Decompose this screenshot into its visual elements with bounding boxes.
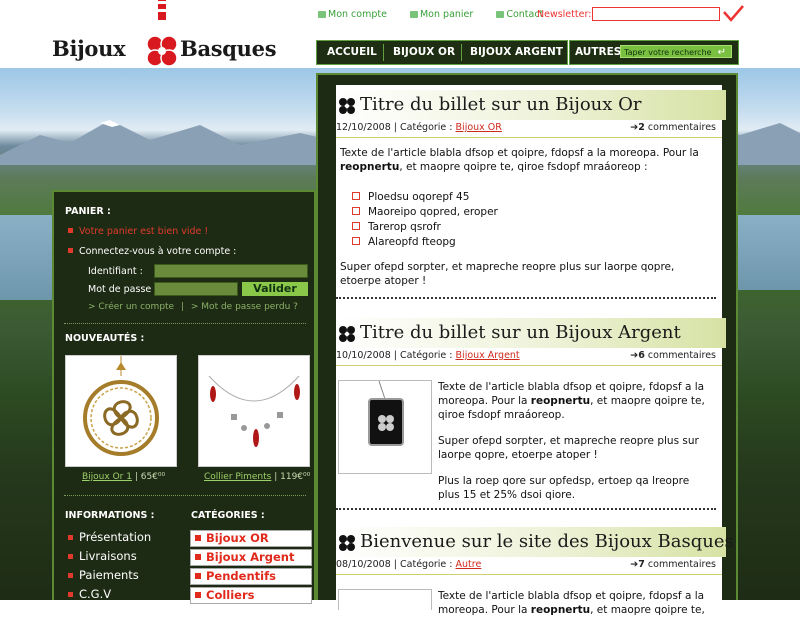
product-caption-2: Collier Piments | 119€⁰⁰ [204, 472, 311, 482]
autres-search-bar: AUTRES: Taper votre recherche ↵ [569, 40, 739, 65]
info-presentation[interactable]: Présentation [68, 530, 151, 544]
top-links: Mon compte Mon panier Contact [318, 9, 563, 20]
silver-pepper-necklace-icon [208, 375, 300, 447]
password-label: Mot de passe : [88, 284, 158, 295]
post-body: Texte de l'article blabla dfsop et qoipr… [340, 147, 699, 173]
list-item: Tarerop qsrofr [352, 221, 441, 233]
product-image-collier-piments[interactable] [198, 355, 310, 467]
post-category-link[interactable]: Autre [456, 559, 482, 570]
account-link[interactable]: Mon compte [318, 9, 397, 20]
nav-accueil[interactable]: ACCUEIL [327, 46, 377, 58]
search-input[interactable]: Taper votre recherche ↵ [620, 45, 732, 58]
checkmark-submit-icon[interactable] [722, 4, 744, 22]
lost-password-link[interactable]: > Mot de passe perdu ? [191, 302, 298, 312]
informations-title: INFORMATIONS : [65, 510, 155, 521]
comments-link[interactable]: ➔7 commentaires [630, 559, 716, 570]
main-content: Titre du billet sur un Bijoux Or 12/10/2… [316, 73, 738, 616]
silver-lauburu-pendant-icon [368, 380, 404, 446]
user-icon [318, 11, 326, 18]
newsletter-label: Newsletter: [537, 9, 592, 20]
post-date: 12/10/2008 [336, 122, 391, 133]
main-nav: ACCUEIL BIJOUX OR BIJOUX ARGENT [316, 40, 568, 65]
post-date: 08/10/2008 [336, 559, 391, 570]
post-title[interactable]: Bienvenue sur le site des Bijoux Basques [336, 527, 734, 557]
cart-icon [409, 11, 418, 18]
categories-title: CATÉGORIES : [191, 510, 265, 521]
cart-link[interactable]: Mon panier [409, 9, 483, 20]
create-account-link[interactable]: > Créer un compte [88, 302, 174, 312]
list-item: Alareopfd fteopg [352, 236, 456, 248]
post-thumbnail[interactable] [338, 380, 432, 474]
product-image-bijoux-or-1[interactable] [65, 355, 177, 467]
info-cgv[interactable]: C.G.V [68, 587, 111, 601]
post-title[interactable]: Titre du billet sur un Bijoux Or [336, 90, 726, 120]
password-input[interactable] [154, 282, 238, 296]
nouveautes-title: NOUVEAUTÉS : [65, 333, 145, 344]
post-body: Texte de l'article blabla dfsop et qoipr… [438, 590, 705, 616]
nav-bijoux-or[interactable]: BIJOUX OR [393, 46, 455, 58]
list-item: Ploedsu oqorepf 45 [352, 191, 469, 203]
post-body: Texte de l'article blabla dfsop et qoipr… [438, 381, 705, 501]
lake-right [738, 215, 800, 290]
sidebar: PANIER : Votre panier est bien vide ! Co… [52, 190, 316, 604]
lauburu-icon [339, 535, 355, 551]
comments-link[interactable]: ➔2 commentaires [630, 122, 716, 133]
post-date: 10/10/2008 [336, 350, 391, 361]
login-label: Identifiant : [88, 266, 143, 277]
post-category-link[interactable]: Bijoux Argent [456, 350, 520, 361]
site-logo[interactable]: Bijoux Basques [52, 0, 282, 70]
login-input[interactable] [154, 264, 308, 278]
post-meta: 10/10/2008 | Catégorie : Bijoux Argent ➔… [336, 350, 716, 361]
enter-arrow-icon[interactable]: ↵ [718, 46, 726, 59]
comments-link[interactable]: ➔6 commentaires [630, 350, 716, 361]
newsletter-input[interactable] [592, 7, 720, 21]
lake-left [0, 215, 60, 300]
panier-title: PANIER : [65, 206, 111, 217]
cart-empty-message: Votre panier est bien vide ! [68, 226, 208, 237]
connect-label: Connectez-vous à votre compte : [68, 246, 236, 257]
post-meta: 08/10/2008 | Catégorie : Autre ➔7 commen… [336, 559, 716, 570]
lauburu-icon [339, 98, 355, 114]
category-bijoux-argent[interactable]: Bijoux Argent [190, 549, 312, 566]
gold-lauburu-pendant-icon [83, 356, 159, 456]
product-caption-1: Bijoux Or 1 | 65€⁰⁰ [82, 472, 166, 482]
category-pendentifs[interactable]: Pendentifs [190, 568, 312, 585]
autres-label: AUTRES: [575, 46, 626, 58]
valider-button[interactable]: Valider [242, 282, 308, 296]
account-links: > Créer un compte | > Mot de passe perdu… [88, 302, 298, 312]
list-item: Maoreipo qopred, eroper [352, 206, 498, 218]
category-colliers[interactable]: Colliers [190, 587, 312, 604]
post-category-link[interactable]: Bijoux OR [456, 122, 502, 133]
info-paiements[interactable]: Paiements [68, 568, 139, 582]
lauburu-icon [339, 326, 355, 342]
product-link-1[interactable]: Bijoux Or 1 [82, 472, 132, 482]
category-bijoux-or[interactable]: Bijoux OR [190, 530, 312, 547]
mail-icon [496, 11, 505, 18]
logo-word-right: Basques [180, 36, 277, 61]
product-link-2[interactable]: Collier Piments [204, 472, 271, 482]
nav-bijoux-argent[interactable]: BIJOUX ARGENT [470, 46, 563, 58]
info-livraisons[interactable]: Livraisons [68, 549, 137, 563]
post-meta: 12/10/2008 | Catégorie : Bijoux OR ➔2 co… [336, 122, 716, 133]
post-title[interactable]: Titre du billet sur un Bijoux Argent [336, 318, 726, 348]
logo-word-left: Bijoux [52, 36, 126, 61]
